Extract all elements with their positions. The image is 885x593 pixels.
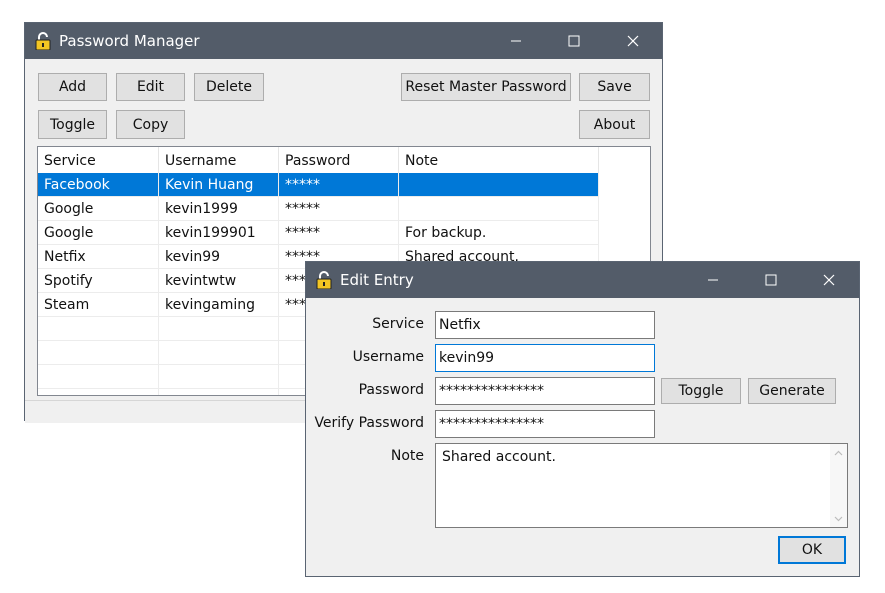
cell-password: ***** [285,201,320,217]
delete-button[interactable]: Delete [194,73,264,101]
minimize-icon [511,40,521,42]
service-field[interactable]: Netfix [435,311,655,339]
maximize-button[interactable] [748,262,794,298]
add-button[interactable]: Add [38,73,107,101]
close-icon [627,35,639,47]
minimize-button[interactable] [690,262,736,298]
note-label: Note [390,448,424,464]
cell-note: For backup. [405,225,487,241]
cell-note [399,197,599,221]
cell-password: ***** [285,225,320,241]
about-button[interactable]: About [579,110,650,139]
save-button[interactable]: Save [579,73,650,101]
cell-username: kevingaming [165,297,256,313]
maximize-icon [568,35,580,47]
minimize-icon [708,279,718,281]
column-header-username[interactable]: Username [159,147,279,173]
service-label: Service [372,316,424,332]
reset-master-password-button[interactable]: Reset Master Password [401,73,571,101]
edit-entry-dialog: Edit Entry Service Username Password Ver… [305,261,860,577]
cell-username: kevin1999 [165,201,238,217]
main-title: Password Manager [59,32,200,50]
cell-username: Kevin Huang [159,173,279,197]
cell-service: Facebook [38,173,159,197]
cell-service: Google [44,201,94,217]
note-scrollbar[interactable] [830,444,847,527]
username-label: Username [352,349,424,365]
maximize-icon [765,274,777,286]
cell-service: Netfix [44,249,86,265]
password-field[interactable]: *************** [435,377,655,405]
edit-button[interactable]: Edit [116,73,185,101]
cell-username: kevintwtw [165,273,237,289]
edit-title: Edit Entry [340,271,414,289]
cell-service: Steam [44,297,90,313]
copy-button[interactable]: Copy [116,110,185,139]
note-text: Shared account. [442,449,556,465]
note-textarea[interactable]: Shared account. [435,443,848,528]
password-label: Password [358,382,424,398]
list-item[interactable]: Google kevin1999 ***** [38,197,599,221]
scroll-down-button[interactable] [830,510,847,527]
lock-icon [316,271,332,289]
toggle-password-button[interactable]: Toggle [661,378,741,404]
lock-icon [35,32,51,50]
scroll-up-button[interactable] [830,444,847,461]
edit-titlebar[interactable]: Edit Entry [306,262,859,298]
generate-button[interactable]: Generate [748,378,836,404]
close-button[interactable] [806,262,852,298]
scroll-up-icon [834,450,843,455]
cell-username: kevin199901 [165,225,256,241]
close-icon [823,274,835,286]
scroll-down-icon [834,516,843,521]
cell-password: ***** [279,173,399,197]
verify-password-label: Verify Password [314,415,424,431]
ok-button[interactable]: OK [778,536,846,564]
username-field[interactable]: kevin99 [435,344,655,372]
list-item[interactable]: Facebook Kevin Huang ***** [38,173,599,197]
list-header: Service Username Password Note [38,147,650,173]
list-item[interactable]: Google kevin199901 ***** For backup. [38,221,599,245]
cell-note [399,173,599,197]
column-header-password[interactable]: Password [279,147,399,173]
cell-service: Spotify [44,273,93,289]
column-header-service[interactable]: Service [38,147,159,173]
main-titlebar[interactable]: Password Manager [25,23,662,59]
toggle-button[interactable]: Toggle [38,110,107,139]
close-button[interactable] [610,23,656,59]
verify-password-field[interactable]: *************** [435,410,655,438]
maximize-button[interactable] [551,23,597,59]
minimize-button[interactable] [493,23,539,59]
column-header-note[interactable]: Note [399,147,599,173]
cell-service: Google [44,225,94,241]
cell-username: kevin99 [165,249,221,265]
